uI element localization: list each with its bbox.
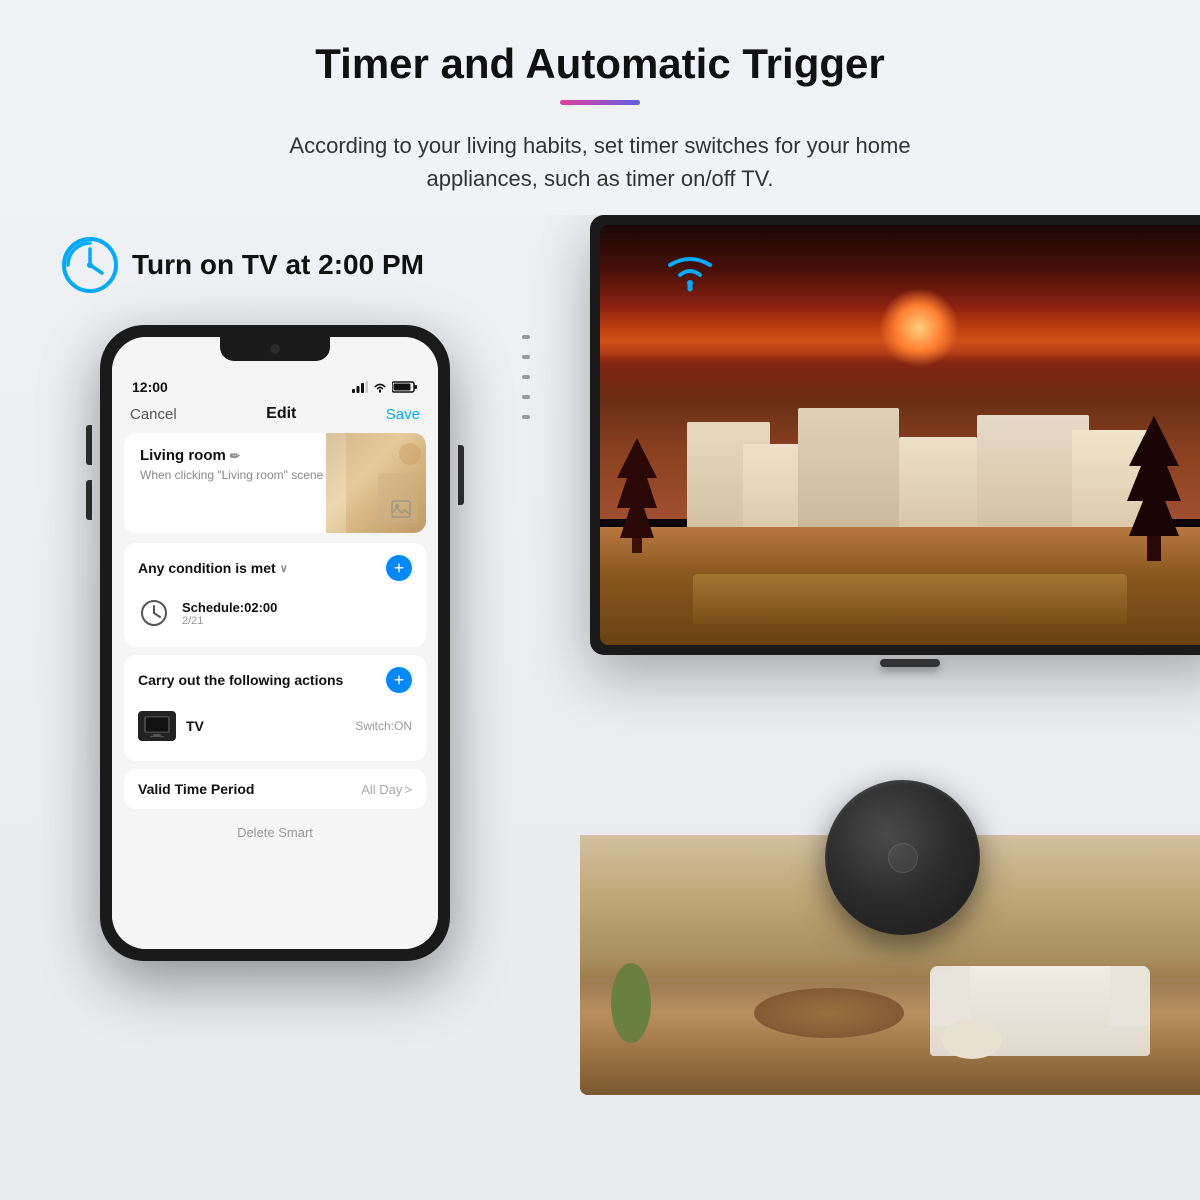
actions-section: Carry out the following actions + (124, 655, 426, 761)
status-icons (352, 381, 418, 393)
battery-icon (392, 381, 418, 393)
tv-label-text: TV (186, 718, 204, 734)
water-reflection (693, 574, 1127, 624)
phone-notch (220, 337, 330, 361)
scene-card[interactable]: Living room ✏ When clicking "Living room… (124, 433, 426, 533)
connector-5 (522, 415, 530, 419)
phone-outer-frame: 12:00 (100, 325, 450, 961)
connector-2 (522, 355, 530, 359)
actions-title: Carry out the following actions (138, 672, 343, 688)
phone-screen: 12:00 (112, 369, 438, 949)
clock-icon (60, 235, 120, 295)
valid-row: Valid Time Period All Day > (138, 781, 412, 797)
status-bar: 12:00 (112, 369, 438, 399)
tree-left-1 (612, 433, 662, 553)
tv-item-left: TV (138, 711, 204, 741)
edit-pencil-icon[interactable]: ✏ (230, 449, 240, 463)
hub-center (888, 843, 918, 873)
phone-volume-down (86, 480, 92, 520)
schedule-time: Schedule:02:00 (182, 600, 277, 615)
tv-action-item[interactable]: TV Switch:ON (138, 703, 412, 749)
scene-name-row: Living room ✏ (140, 447, 410, 464)
valid-value-text: All Day (361, 782, 402, 797)
connector-1 (522, 335, 530, 339)
condition-chevron-icon: ∨ (280, 562, 288, 575)
ottoman (942, 1019, 1002, 1059)
right-section (520, 215, 1200, 1095)
status-time: 12:00 (132, 379, 168, 395)
condition-title: Any condition is met (138, 560, 276, 576)
sofa-arm-left (930, 966, 970, 1026)
tv-status-text: Switch:ON (355, 719, 412, 733)
schedule-date: 2/21 (182, 615, 277, 627)
timer-label-row: Turn on TV at 2:00 PM (60, 235, 490, 295)
actions-header: Carry out the following actions + (138, 667, 412, 693)
main-content: Turn on TV at 2:00 PM (0, 215, 1200, 1095)
tv-stand (880, 659, 940, 667)
tv-svg-icon (143, 715, 171, 737)
title-underline (560, 100, 640, 105)
edit-title: Edit (266, 405, 296, 423)
plant (611, 963, 651, 1043)
hub-device (825, 780, 980, 935)
header-section: Timer and Automatic Trigger According to… (0, 0, 1200, 215)
scene-name-text: Living room (140, 447, 226, 464)
phone-inner-frame: 12:00 (112, 337, 438, 949)
city-skyline (631, 393, 1189, 540)
delete-smart-button[interactable]: Delete Smart (112, 817, 438, 848)
scene-card-content: Living room ✏ When clicking "Living room… (124, 433, 426, 496)
wifi-status-icon (372, 381, 388, 393)
condition-header: Any condition is met ∨ + (138, 555, 412, 581)
header-description: According to your living habits, set tim… (250, 129, 950, 195)
page-title: Timer and Automatic Trigger (20, 40, 1180, 88)
app-header: Cancel Edit Save (112, 399, 438, 433)
save-button[interactable]: Save (386, 406, 420, 423)
phone-power-button (458, 445, 464, 505)
actions-title-row: Carry out the following actions (138, 672, 343, 688)
schedule-info: Schedule:02:00 2/21 (182, 600, 277, 627)
condition-title-row[interactable]: Any condition is met ∨ (138, 560, 288, 576)
scene-subtitle: When clicking "Living room" scene (140, 468, 410, 482)
left-section: Turn on TV at 2:00 PM (0, 215, 520, 1095)
valid-chevron-icon: > (404, 782, 412, 797)
valid-label: Valid Time Period (138, 781, 254, 797)
wifi-floating-icon (660, 245, 720, 300)
cancel-button[interactable]: Cancel (130, 406, 177, 423)
image-placeholder-icon (391, 500, 411, 523)
condition-section: Any condition is met ∨ + (124, 543, 426, 647)
coffee-table (754, 988, 904, 1038)
valid-value-row: All Day > (361, 782, 412, 797)
phone-mockup: 12:00 (100, 325, 450, 961)
phone-volume-up (86, 425, 92, 465)
building-4 (899, 437, 977, 540)
building-3 (798, 408, 898, 540)
timer-text: Turn on TV at 2:00 PM (132, 249, 424, 281)
signal-icon (352, 381, 368, 393)
tv-device-icon (138, 711, 176, 741)
schedule-clock-icon (138, 597, 170, 629)
connector-4 (522, 395, 530, 399)
camera-dot (270, 344, 280, 354)
valid-time-section[interactable]: Valid Time Period All Day > (124, 769, 426, 809)
sofa-arm-right (1110, 966, 1150, 1026)
add-condition-button[interactable]: + (386, 555, 412, 581)
notch-area (112, 337, 438, 369)
connector-3 (522, 375, 530, 379)
tree-right-1 (1119, 411, 1189, 561)
add-action-button[interactable]: + (386, 667, 412, 693)
schedule-item[interactable]: Schedule:02:00 2/21 (138, 591, 412, 635)
